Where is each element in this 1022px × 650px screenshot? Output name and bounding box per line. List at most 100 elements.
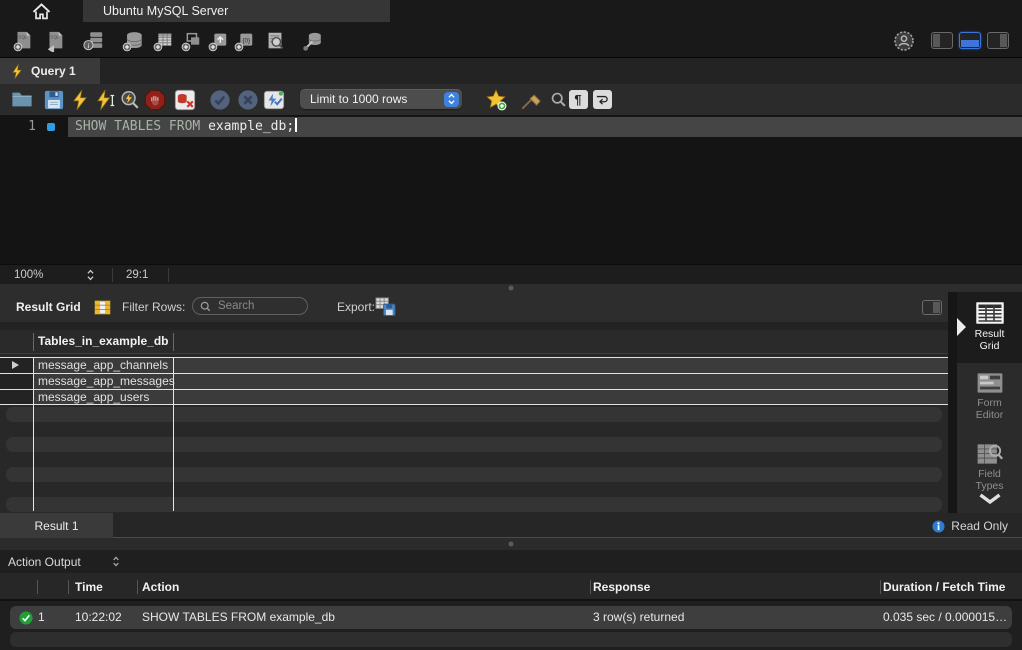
open-sql-file-icon: SQL [44,30,66,52]
zoom-stepper-icon[interactable] [86,269,95,285]
column-header-time[interactable]: Time [75,580,103,594]
toggle-right-sidebar-icon [1000,34,1007,47]
table-row[interactable]: message_app_channels [0,357,948,373]
read-only-status: Read Only [932,519,1008,533]
execute-current-statement-button[interactable] [94,88,118,111]
server-config-icon [302,30,324,52]
column-divider [880,580,881,594]
splitter-handle [509,542,514,547]
server-config-button[interactable] [300,28,325,53]
open-sql-file-button[interactable]: SQL [42,28,67,53]
column-divider [68,580,69,594]
toggle-stop-on-error-button[interactable] [173,88,197,111]
collapse-panel-button[interactable] [922,300,942,315]
commit-button[interactable] [208,88,232,111]
new-query-tab-icon: SQL [12,30,34,52]
toggle-autocommit-icon [263,89,285,111]
tab-query-1[interactable]: Query 1 [0,58,100,84]
toggle-right-sidebar-button[interactable] [987,32,1009,49]
execute-current-statement-icon [96,89,116,111]
create-schema-icon [122,30,144,52]
table-cell[interactable]: message_app_channels [33,358,948,373]
stop-button[interactable] [143,88,167,111]
toggle-left-sidebar-button[interactable] [931,32,953,49]
server-status-button[interactable]: i [80,28,105,53]
sidebar-item-form-editor[interactable]: Form Editor [957,363,1022,434]
create-table-button[interactable] [150,28,175,53]
toggle-output-area-button[interactable] [959,32,981,49]
explain-icon [119,89,141,111]
beautify-button[interactable] [519,88,543,111]
home-tab[interactable] [0,0,83,22]
search-input[interactable] [216,299,294,313]
wrap-text-icon [595,94,609,106]
table-cell[interactable]: message_app_messages [33,374,948,389]
row-time: 10:22:02 [75,610,122,625]
open-script-icon [11,90,33,109]
horizontal-splitter[interactable] [0,538,1022,550]
rollback-button[interactable] [236,88,260,111]
execute-icon [71,89,89,111]
filter-rows-label: Filter Rows: [122,300,185,314]
open-script-button[interactable] [10,88,34,111]
toggle-autocommit-button[interactable] [262,88,286,111]
search-objects-icon [264,30,286,52]
export-button[interactable] [375,297,396,319]
form-editor-icon [976,372,1004,394]
row-gutter[interactable] [0,374,33,389]
sidebar-item-result-grid[interactable]: Result Grid [957,292,1022,363]
create-function-button[interactable]: {0} [231,28,256,53]
invisible-chars-button[interactable]: ¶ [566,88,590,111]
title-bar: Ubuntu MySQL Server [0,0,1022,22]
save-snippet-button[interactable] [484,88,508,111]
table-cell[interactable]: message_app_users [33,390,948,404]
chevron-down-icon[interactable] [978,492,1002,510]
empty-row [6,467,942,482]
row-action: SHOW TABLES FROM example_db [142,610,335,625]
dropdown-stepper-icon [444,92,459,107]
connection-tab[interactable]: Ubuntu MySQL Server [83,0,390,22]
wrap-text-button[interactable] [590,88,614,111]
create-view-button[interactable] [178,28,203,53]
row-gutter[interactable] [0,358,33,373]
save-script-button[interactable] [42,88,66,111]
new-query-tab-button[interactable]: SQL [10,28,35,53]
column-header-duration[interactable]: Duration / Fetch Time [883,580,1005,594]
execute-button[interactable] [68,88,92,111]
grid-header-row[interactable]: Tables_in_example_db [0,330,948,354]
empty-row [6,407,942,422]
toggle-stop-on-error-icon [174,89,196,111]
result-grid-panel: Tables_in_example_db message_app_channel… [0,322,948,513]
grid-column-line [33,357,34,511]
create-schema-button[interactable] [120,28,145,53]
commit-icon [209,89,231,111]
tab-result-1[interactable]: Result 1 [0,513,113,538]
column-header-response[interactable]: Response [593,580,650,594]
save-snippet-icon [485,89,507,111]
search-objects-button[interactable] [262,28,287,53]
empty-row [0,422,948,437]
admin-badge-button[interactable] [891,28,916,53]
search-icon [200,301,211,312]
svg-text:SQL: SQL [18,34,28,39]
column-divider[interactable] [33,333,34,351]
save-script-icon [44,90,64,110]
filter-search-box[interactable] [192,297,308,315]
code-line[interactable]: SHOW TABLES FROM example_db; [75,117,297,137]
row-gutter[interactable] [0,390,33,404]
result-tab-bar: Result 1 Read Only [0,513,1022,538]
table-row[interactable]: message_app_users [0,389,948,405]
limit-rows-dropdown[interactable]: Limit to 1000 rows [300,89,462,109]
explain-button[interactable] [118,88,142,111]
divider [112,268,113,282]
column-divider[interactable] [173,333,174,351]
column-header-action[interactable]: Action [142,580,179,594]
empty-grid-rows [0,407,948,512]
horizontal-splitter[interactable] [0,284,1022,292]
create-procedure-button[interactable] [205,28,230,53]
table-row[interactable]: message_app_messages [0,373,948,389]
sort-stepper-icon[interactable] [112,556,120,570]
sql-editor[interactable]: 1 SHOW TABLES FROM example_db; [0,115,1022,264]
row-duration: 0.035 sec / 0.000015… [883,610,1007,625]
action-output-row[interactable]: 1 10:22:02 SHOW TABLES FROM example_db 3… [10,606,1012,629]
